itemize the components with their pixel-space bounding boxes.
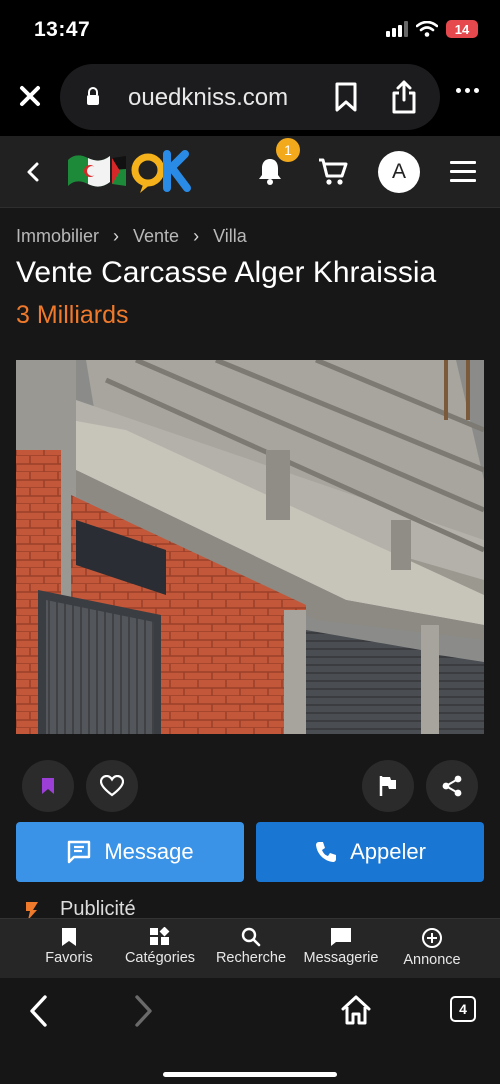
browser-forward-icon[interactable]	[132, 994, 154, 1028]
heart-icon	[100, 775, 124, 797]
search-icon	[241, 927, 261, 947]
listing-title: Vente Carcasse Alger Khraissia	[16, 256, 437, 289]
bookmark-icon[interactable]	[333, 82, 359, 112]
signal-icon	[386, 21, 408, 37]
notification-bell-icon[interactable]	[256, 156, 284, 186]
nav-label: Annonce	[403, 952, 461, 968]
more-options-icon[interactable]	[456, 88, 479, 93]
browser-toolbar: 4	[0, 978, 500, 1084]
nav-label: Favoris	[45, 950, 93, 966]
nav-item-categories[interactable]: Catégories	[112, 927, 208, 966]
lock-icon	[87, 87, 99, 105]
share-icon[interactable]	[390, 80, 418, 114]
nav-item-annonce[interactable]: Annonce	[384, 927, 480, 968]
battery-indicator: 14	[446, 20, 478, 38]
address-field[interactable]: ouedkniss.com	[60, 64, 440, 130]
user-avatar[interactable]: A	[378, 151, 420, 193]
listing-photo[interactable]	[16, 360, 484, 734]
bookmark-icon	[62, 928, 76, 946]
home-icon[interactable]	[340, 994, 372, 1026]
status-bar: 13:47 14	[0, 0, 500, 58]
status-indicators: 14	[386, 20, 478, 38]
advertisement-section: Publicité	[24, 898, 136, 918]
site-bottom-nav: Favoris Catégories Recherche Messagerie …	[0, 918, 500, 978]
add-circle-icon	[422, 928, 442, 948]
tabs-button[interactable]: 4	[450, 996, 476, 1022]
back-chevron-icon[interactable]	[24, 160, 44, 184]
message-button-label: Message	[104, 839, 194, 864]
favorite-button[interactable]	[86, 760, 138, 812]
browser-url-bar: ouedkniss.com	[0, 58, 500, 136]
share-nodes-icon	[442, 775, 462, 797]
nav-label: Recherche	[215, 950, 287, 966]
ad-logo-icon	[26, 901, 38, 918]
breadcrumb: Immobilier › Vente › Villa	[16, 226, 247, 247]
status-time: 13:47	[34, 18, 91, 41]
nav-label: Catégories	[124, 950, 196, 966]
breadcrumb-item-villa[interactable]: Villa	[213, 226, 247, 247]
building-photo-illustration	[16, 360, 484, 734]
wifi-icon	[416, 21, 438, 37]
url-text: ouedkniss.com	[128, 84, 289, 111]
close-icon[interactable]	[14, 80, 46, 112]
site-logo[interactable]	[66, 148, 200, 196]
chat-icon	[331, 928, 351, 946]
breadcrumb-item-immobilier[interactable]: Immobilier	[16, 226, 99, 247]
notification-badge: 1	[276, 138, 300, 162]
phone-icon	[316, 842, 337, 862]
chevron-right-icon: ›	[193, 226, 200, 246]
message-button[interactable]: Message	[16, 822, 244, 882]
call-button-label: Appeler	[350, 839, 426, 864]
breadcrumb-item-vente[interactable]: Vente	[133, 226, 179, 247]
share-button[interactable]	[426, 760, 478, 812]
listing-price: 3 Milliards	[16, 301, 129, 329]
site-header: 1 A	[0, 136, 500, 208]
listing-actions	[0, 760, 500, 814]
chevron-right-icon: ›	[113, 226, 120, 246]
call-button[interactable]: Appeler	[256, 822, 484, 882]
cart-icon[interactable]	[318, 158, 348, 186]
message-icon	[68, 840, 91, 864]
bookmark-filled-icon	[42, 778, 54, 794]
nav-label: Messagerie	[303, 950, 379, 966]
nav-item-favoris[interactable]: Favoris	[21, 927, 117, 966]
nav-item-messagerie[interactable]: Messagerie	[293, 927, 389, 966]
nav-item-recherche[interactable]: Recherche	[203, 927, 299, 966]
advertisement-label: Publicité	[60, 898, 136, 918]
home-indicator	[163, 1072, 337, 1077]
save-bookmark-button[interactable]	[22, 760, 74, 812]
menu-icon[interactable]	[450, 161, 476, 188]
listing-content: Immobilier › Vente › Villa Vente Carcass…	[0, 208, 500, 918]
categories-icon	[150, 927, 170, 945]
flag-icon	[379, 776, 396, 796]
browser-back-icon[interactable]	[28, 994, 50, 1028]
report-button[interactable]	[362, 760, 414, 812]
